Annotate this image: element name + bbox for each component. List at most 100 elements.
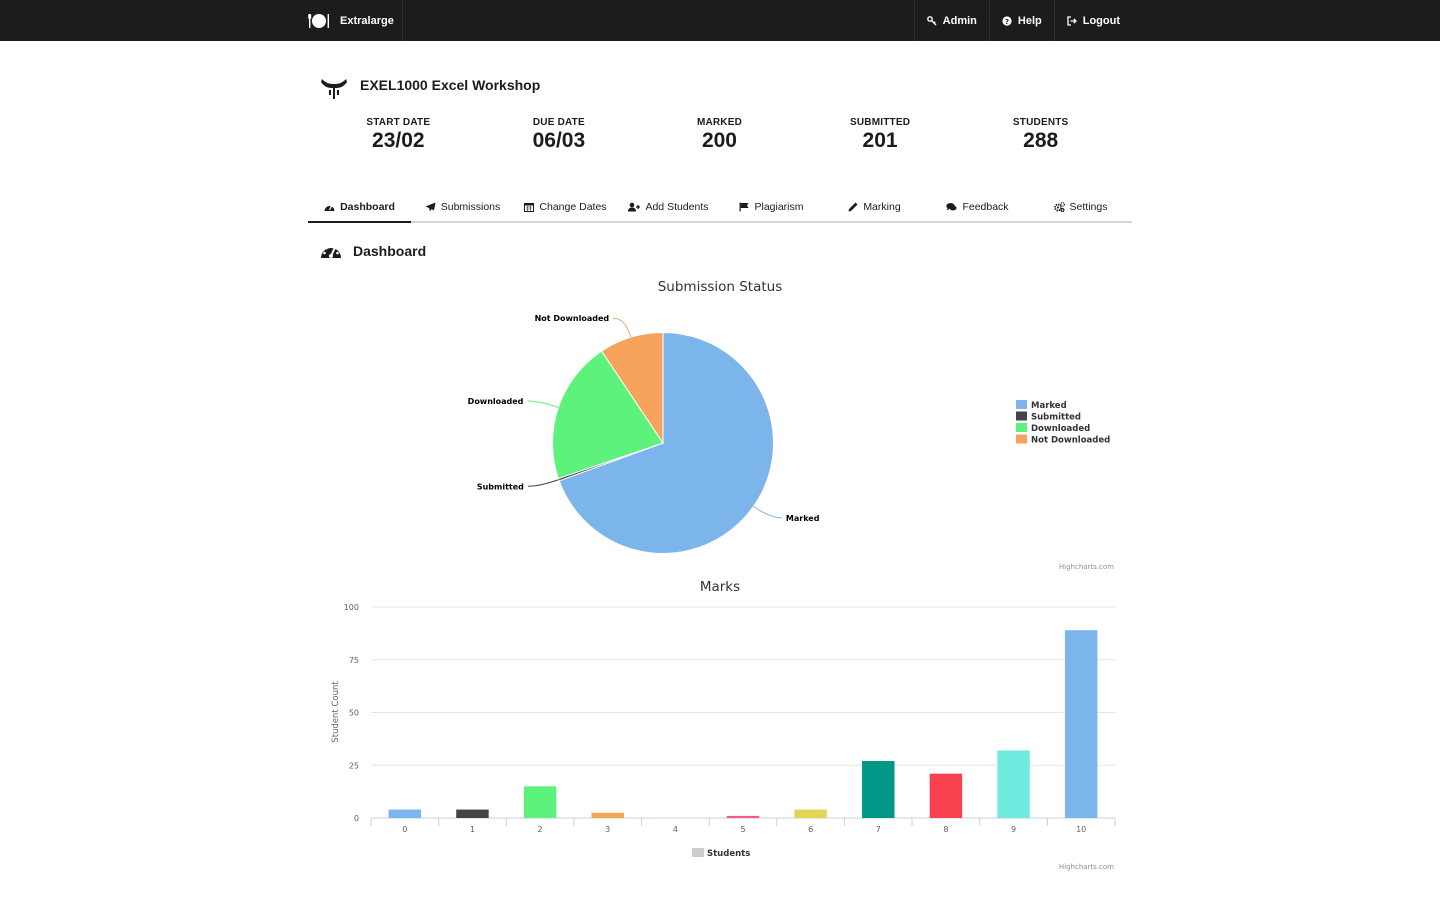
nav-logout-label: Logout <box>1082 14 1120 27</box>
dashboard-icon <box>321 244 341 258</box>
bar-chart-title: Marks <box>700 579 740 595</box>
bar-mark[interactable] <box>726 815 760 818</box>
stat-value: 288 <box>1023 129 1059 152</box>
tab-label: Change Dates <box>539 201 607 213</box>
tab-dashboard[interactable]: Dashboard <box>308 197 411 223</box>
pie-data-label: Downloaded <box>468 397 524 406</box>
pie-chart-credit: Highcharts.com <box>1059 563 1114 571</box>
legend-item[interactable]: Not Downloaded <box>1016 434 1110 446</box>
legend-item[interactable]: Marked <box>1016 400 1067 411</box>
navbar-menu: Admin ? Help Logout <box>913 0 1132 41</box>
stat-value: 200 <box>701 129 737 152</box>
y-tick-label: 100 <box>344 603 359 612</box>
pie-connector <box>527 479 559 487</box>
tab-settings[interactable]: Settings <box>1029 197 1132 221</box>
pie-slice-marked[interactable] <box>558 331 774 554</box>
pie-data-label: Submitted <box>477 482 524 491</box>
stat-label: MARKED <box>696 117 743 128</box>
y-tick-label: 25 <box>349 761 359 770</box>
bar-mark[interactable] <box>591 812 624 818</box>
legend-label: Downloaded <box>1031 424 1090 434</box>
pie-chart-title: Submission Status <box>658 279 783 295</box>
x-tick-label: 6 <box>808 825 813 834</box>
tab-add-students[interactable]: Add Students <box>617 197 720 221</box>
pencil-icon <box>848 202 858 212</box>
bar-mark[interactable] <box>1064 630 1098 818</box>
tab-label: Plagiarism <box>754 201 804 213</box>
svg-text:?: ? <box>1005 18 1009 26</box>
stat-marked: MARKED 200 <box>639 117 800 153</box>
nav-logout[interactable]: Logout <box>1053 0 1132 41</box>
y-tick-label: 0 <box>354 814 359 823</box>
stat-submitted: SUBMITTED 201 <box>800 117 961 153</box>
tab-label: Marking <box>863 201 901 213</box>
stat-students: STUDENTS 288 <box>960 117 1121 153</box>
pie-connector <box>527 400 559 408</box>
pie-connector <box>753 505 782 519</box>
nav-admin[interactable]: Admin <box>913 0 989 41</box>
pie-slice-submitted[interactable] <box>557 442 664 482</box>
bar-chart-credit: Highcharts.com <box>1059 863 1114 871</box>
bar-mark[interactable] <box>929 773 963 818</box>
tab-feedback[interactable]: Feedback <box>926 197 1029 221</box>
pie-data-label: Not Downloaded <box>535 314 610 323</box>
stat-value: 06/03 <box>532 129 586 152</box>
bar-mark[interactable] <box>456 809 489 818</box>
x-tick-label: 1 <box>470 825 475 834</box>
tab-label: Dashboard <box>340 201 395 213</box>
legend-item[interactable]: Students <box>692 848 750 859</box>
legend-item[interactable]: Downloaded <box>1016 423 1090 434</box>
pie-slice-downloaded[interactable] <box>552 350 664 480</box>
pie-slice-not-downloaded[interactable] <box>600 331 664 445</box>
x-tick-label: 3 <box>605 825 610 834</box>
tab-plagiarism[interactable]: Plagiarism <box>720 197 823 221</box>
x-tick-label: 0 <box>402 825 407 834</box>
add-user-icon <box>628 202 641 212</box>
bar-mark[interactable] <box>523 786 557 818</box>
y-tick-label: 75 <box>349 656 359 665</box>
stat-label: STUDENTS <box>1012 117 1069 128</box>
tab-submissions[interactable]: Submissions <box>411 197 514 221</box>
legend-swatch <box>1016 434 1027 444</box>
tab-marking[interactable]: Marking <box>823 197 926 221</box>
legend-swatch <box>1016 411 1027 421</box>
course-tabs: Dashboard Submissions Change Dates Add S… <box>308 197 1132 223</box>
bar-chart-y-axis-label: Student Count <box>331 681 341 743</box>
x-tick-label: 10 <box>1076 825 1086 834</box>
section-title: Dashboard <box>353 243 427 259</box>
nav-admin-label: Admin <box>942 14 977 27</box>
course-stats: START DATE 23/02 DUE DATE 06/03 MARKED 2… <box>318 117 1121 153</box>
legend-label: Submitted <box>1031 413 1081 423</box>
tab-change-dates[interactable]: Change Dates <box>514 197 617 221</box>
dashboard-icon <box>324 205 335 211</box>
course-title: EXEL1000 Excel Workshop <box>360 77 541 93</box>
pie-data-label: Marked <box>786 514 820 523</box>
course-logo-icon <box>321 79 347 99</box>
stat-label: SUBMITTED <box>850 117 911 128</box>
brand-link[interactable]: Extralarge <box>308 0 403 41</box>
legend-swatch <box>692 848 704 857</box>
tab-label: Submissions <box>440 201 501 213</box>
bar-mark[interactable] <box>388 809 422 818</box>
legend-item[interactable]: Submitted <box>1016 411 1081 423</box>
stat-due-date: DUE DATE 06/03 <box>479 117 640 153</box>
bar-mark[interactable] <box>997 750 1030 818</box>
bar-mark[interactable] <box>794 809 827 818</box>
tab-label: Add Students <box>645 201 709 213</box>
x-tick-label: 5 <box>740 825 745 834</box>
tab-label: Feedback <box>962 201 1009 213</box>
key-icon <box>926 15 937 25</box>
settings-icon <box>1053 202 1065 212</box>
legend-label: Not Downloaded <box>1031 436 1110 446</box>
stat-start-date: START DATE 23/02 <box>318 117 479 153</box>
top-navbar: Extralarge Admin ? Help Logout <box>0 0 1440 41</box>
bar-mark[interactable] <box>862 761 895 818</box>
help-circle-icon: ? <box>1002 15 1012 26</box>
flag-icon <box>739 202 749 212</box>
stat-label: START DATE <box>366 117 431 128</box>
nav-help[interactable]: ? Help <box>988 0 1054 41</box>
x-tick-label: 7 <box>876 825 881 834</box>
pie-connector <box>613 317 632 338</box>
stat-value: 201 <box>862 129 898 152</box>
y-tick-label: 50 <box>349 709 359 718</box>
